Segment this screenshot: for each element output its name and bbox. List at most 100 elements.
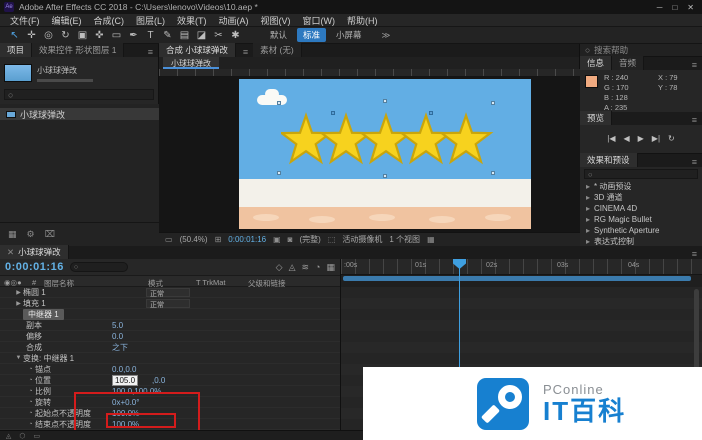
blend-mode-select[interactable]: 正常 <box>146 299 190 308</box>
shape-tool-icon[interactable]: ▭ <box>108 30 125 41</box>
time-ruler[interactable]: :00s 01s 02s 03s 04s <box>341 259 702 275</box>
selection-tool-icon[interactable]: ↖ <box>6 30 23 41</box>
graph-editor-icon[interactable]: ▦ <box>326 262 335 273</box>
clone-stamp-tool-icon[interactable]: ▤ <box>176 30 193 41</box>
position-value-input[interactable]: 105.0 <box>112 375 138 386</box>
tab-effects-presets[interactable]: 效果和预设 <box>580 153 638 167</box>
pan-behind-tool-icon[interactable]: ✜ <box>91 30 108 41</box>
panel-menu-icon[interactable]: ≡ <box>687 60 702 70</box>
tab-project[interactable]: 项目 <box>0 43 32 57</box>
maximize-button[interactable]: □ <box>672 3 677 12</box>
row-copies[interactable]: 副本5.0 <box>0 320 340 331</box>
twirl-icon[interactable]: ▶ <box>14 300 23 307</box>
selection-handle[interactable] <box>491 171 495 175</box>
brush-tool-icon[interactable]: ✎ <box>159 30 176 41</box>
effects-category-3d-channel[interactable]: ▸3D 通道 <box>580 192 702 203</box>
twirl-icon[interactable]: ▸ <box>586 226 590 235</box>
property-value[interactable]: 100.0,100.0% <box>112 387 161 396</box>
property-value[interactable]: 0x+0.0° <box>112 398 139 407</box>
stars-graphic[interactable] <box>281 103 501 175</box>
menu-effect[interactable]: 效果(T) <box>171 14 213 27</box>
blend-mode-select[interactable]: 正常 <box>146 288 190 297</box>
menu-help[interactable]: 帮助(H) <box>341 14 384 27</box>
panel-menu-icon[interactable]: ≡ <box>143 47 158 57</box>
row-fill[interactable]: ▶填充 1正常 <box>0 298 340 309</box>
camera-tool-icon[interactable]: ▣ <box>74 30 91 41</box>
effects-search-input[interactable]: ○ <box>584 169 698 179</box>
workspace-standard[interactable]: 标准 <box>297 28 326 42</box>
comp-subtab[interactable]: 小球球弹改 <box>163 57 219 69</box>
first-frame-button[interactable]: |◀ <box>607 134 615 143</box>
next-frame-button[interactable]: ▶| <box>652 134 660 143</box>
property-value[interactable]: 5.0 <box>112 321 123 330</box>
selection-handle[interactable] <box>383 99 387 103</box>
effects-category-cinema4d[interactable]: ▸CINEMA 4D <box>580 203 702 214</box>
anchor-handle[interactable] <box>429 111 433 115</box>
delete-icon[interactable]: ⌧ <box>45 229 55 240</box>
selection-handle[interactable] <box>491 101 495 105</box>
view-layout-icon[interactable]: ▦ <box>427 235 435 244</box>
stopwatch-icon[interactable]: ◔ <box>26 421 35 428</box>
current-time[interactable]: 0:00:01:16 <box>228 235 266 244</box>
timeline-current-time[interactable]: 0:00:01:16 <box>5 261 64 273</box>
panel-menu-icon[interactable]: ≡ <box>687 157 702 167</box>
menu-file[interactable]: 文件(F) <box>4 14 46 27</box>
effects-category-animation-presets[interactable]: ▸* 动画预设 <box>580 181 702 192</box>
work-area-bar[interactable] <box>343 276 691 281</box>
twirl-icon[interactable]: ▸ <box>586 204 590 213</box>
row-end-opacity[interactable]: ◔结束点不透明度100.0% <box>0 419 340 430</box>
row-repeater[interactable]: 中继器 1 <box>0 309 340 320</box>
row-transform-repeater[interactable]: ▼变换: 中继器 1 <box>0 353 340 364</box>
property-value[interactable]: 100.0% <box>112 420 139 429</box>
timeline-bottom-icon-1[interactable]: ◬ <box>6 432 11 440</box>
minimize-button[interactable]: ─ <box>657 3 663 12</box>
row-position[interactable]: ◔位置105.0,0.0 <box>0 375 340 386</box>
property-value[interactable]: ,0.0 <box>152 376 165 385</box>
zoom-level[interactable]: (50.4%) <box>180 235 208 244</box>
tab-audio[interactable]: 音频 <box>612 56 644 70</box>
timeline-bottom-icon-3[interactable]: ▭ <box>34 432 41 440</box>
tab-info[interactable]: 信息 <box>580 56 612 70</box>
preview-monitor-icon[interactable]: ▭ <box>165 235 173 244</box>
twirl-icon[interactable]: ▸ <box>586 182 590 191</box>
puppet-tool-icon[interactable]: ✱ <box>227 30 244 41</box>
effects-category-synthetic-aperture[interactable]: ▸Synthetic Aperture <box>580 225 702 236</box>
stopwatch-icon[interactable]: ◔ <box>26 377 35 384</box>
previous-frame-button[interactable]: ◀ <box>623 134 629 143</box>
snapshot-icon[interactable]: ▣ <box>273 235 281 244</box>
workspace-default[interactable]: 默认 <box>270 29 287 41</box>
row-rotation[interactable]: ◔旋转0x+0.0° <box>0 397 340 408</box>
close-tab-icon[interactable]: ✕ <box>7 247 14 257</box>
roto-brush-tool-icon[interactable]: ✂ <box>210 30 227 41</box>
view-count-select[interactable]: 1 个视图 <box>389 234 420 245</box>
project-list-item[interactable]: 小球球弹改 <box>0 108 159 120</box>
property-value[interactable]: 100.0% <box>112 409 139 418</box>
tab-preview[interactable]: 预览 <box>580 111 612 125</box>
timeline-tab[interactable]: ✕小球球弹改 <box>0 245 69 259</box>
tab-footage[interactable]: 素材 (无) <box>253 43 302 57</box>
comp-mini-flowchart-icon[interactable]: ◇ <box>276 262 283 273</box>
menu-animation[interactable]: 动画(A) <box>213 14 255 27</box>
text-tool-icon[interactable]: T <box>142 30 159 41</box>
stopwatch-icon[interactable]: ◔ <box>26 366 35 373</box>
composition-view[interactable] <box>239 79 531 229</box>
camera-select[interactable]: 活动摄像机 <box>342 234 382 245</box>
eraser-tool-icon[interactable]: ◪ <box>193 30 210 41</box>
panel-menu-icon[interactable]: ≡ <box>687 249 702 259</box>
rotate-tool-icon[interactable]: ↻ <box>57 30 74 41</box>
row-offset[interactable]: 偏移0.0 <box>0 331 340 342</box>
menu-layer[interactable]: 图层(L) <box>130 14 171 27</box>
selection-handle[interactable] <box>277 171 281 175</box>
row-anchor-point[interactable]: ◔锚点0.0,0.0 <box>0 364 340 375</box>
project-footer-icon-1[interactable]: ▦ <box>8 229 17 240</box>
selection-handle[interactable] <box>277 101 281 105</box>
property-value[interactable]: 0.0,0.0 <box>112 365 136 374</box>
resolution-select[interactable]: (完整) <box>300 234 321 245</box>
row-scale[interactable]: ◔比例100.0,100.0% <box>0 386 340 397</box>
property-value[interactable]: 之下 <box>112 342 128 353</box>
row-start-opacity[interactable]: ◔起始点不透明度100.0% <box>0 408 340 419</box>
tab-effect-controls[interactable]: 效果控件 形状图层 1 <box>32 43 124 57</box>
pen-tool-icon[interactable]: ✒ <box>125 30 142 41</box>
workspace-overflow-icon[interactable]: ≫ <box>382 30 391 41</box>
menu-composition[interactable]: 合成(C) <box>88 14 131 27</box>
